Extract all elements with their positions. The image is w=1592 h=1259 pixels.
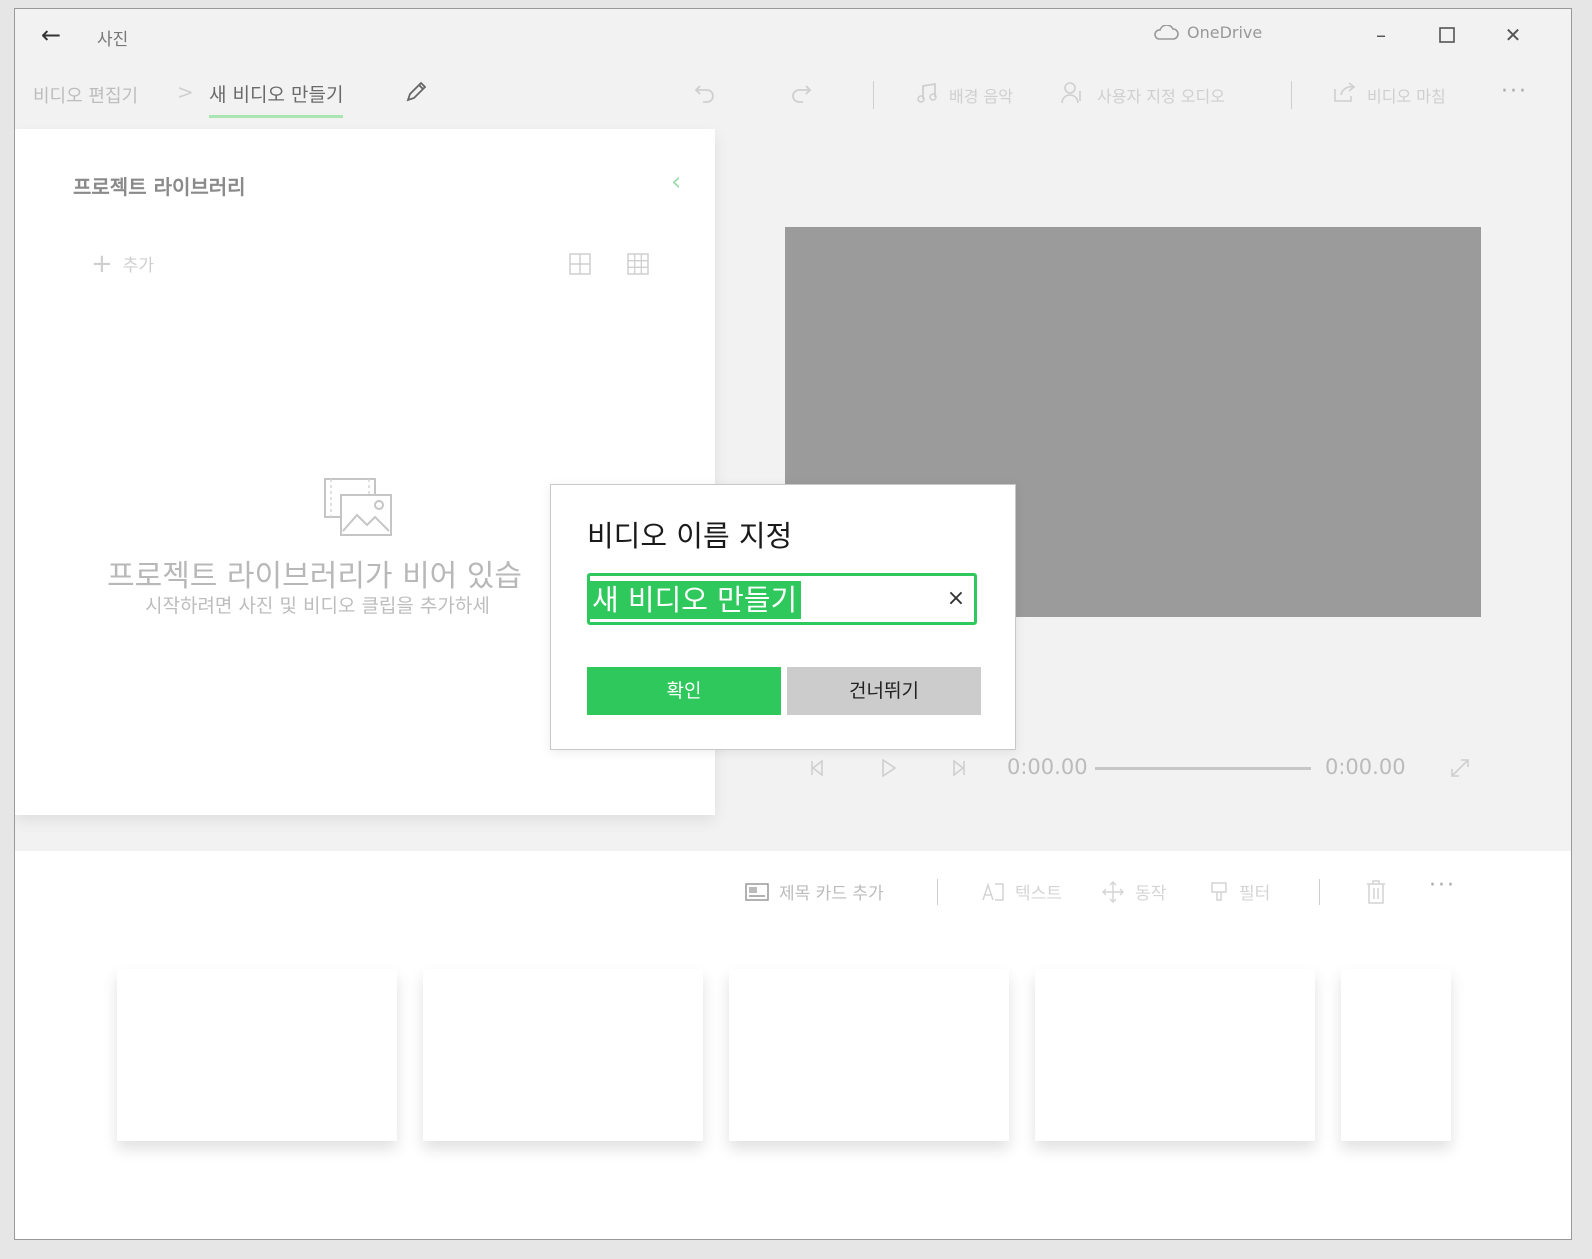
library-title: 프로젝트 라이브러리 (73, 175, 246, 199)
maximize-icon[interactable] (1429, 19, 1465, 51)
redo-icon[interactable] (787, 79, 815, 107)
add-title-card-label: 제목 카드 추가 (779, 884, 884, 904)
undo-icon[interactable] (691, 79, 719, 107)
breadcrumb-video-editor[interactable]: 비디오 편집기 (33, 82, 138, 108)
toolbar-divider (873, 81, 874, 109)
seek-bar[interactable] (1095, 767, 1311, 770)
add-label: 추가 (122, 256, 155, 276)
plus-icon: + (91, 248, 113, 279)
storyboard-slot (423, 969, 703, 1141)
skip-button[interactable]: 건너뛰기 (787, 667, 981, 715)
video-name-value[interactable]: 새 비디오 만들기 (590, 581, 802, 619)
close-icon[interactable]: ✕ (1495, 19, 1531, 51)
storyboard-toolbar: 제목 카드 추가 텍스트 동작 필터 ··· (15, 873, 1571, 913)
previous-frame-icon[interactable] (805, 755, 831, 781)
delete-trash-icon[interactable] (1365, 879, 1387, 905)
text-label: 텍스트 (1015, 884, 1062, 904)
storyboard-more-icon[interactable]: ··· (1429, 873, 1456, 898)
motion-label: 동작 (1135, 884, 1167, 904)
toolbar-divider (1291, 81, 1292, 109)
more-options-icon[interactable]: ··· (1501, 79, 1528, 104)
filters-button[interactable]: 필터 (1209, 879, 1270, 904)
share-icon[interactable] (1331, 79, 1359, 107)
breadcrumb-project-name[interactable]: 새 비디오 만들기 (209, 80, 344, 118)
empty-library-icon (324, 478, 392, 536)
pencil-icon[interactable] (401, 77, 431, 107)
storyboard-slot (729, 969, 1009, 1141)
filter-icon (1211, 881, 1227, 901)
add-media-button[interactable]: + 추가 (91, 248, 155, 279)
clear-input-icon[interactable]: × (942, 585, 970, 613)
storyboard-area: 제목 카드 추가 텍스트 동작 필터 ··· (15, 851, 1571, 1239)
top-toolbar: 비디오 편집기 > 새 비디오 만들기 배경 음악 사용자 지정 오디오 비디오… (15, 67, 1571, 123)
collapse-chevron-icon[interactable]: ‹ (671, 167, 681, 197)
custom-audio-icon[interactable] (1059, 79, 1087, 107)
motion-button[interactable]: 동작 (1101, 879, 1166, 904)
text-button[interactable]: 텍스트 (981, 879, 1062, 904)
small-grid-view-icon[interactable] (625, 251, 651, 277)
custom-audio-button[interactable]: 사용자 지정 오디오 (1097, 83, 1225, 107)
empty-library-subtitle: 시작하려면 사진 및 비디오 클립을 추가하세 (145, 595, 490, 617)
title-bar: ← 사진 OneDrive – ✕ (15, 9, 1571, 61)
current-time: 0:00.00 (1007, 755, 1088, 779)
empty-library-title: 프로젝트 라이브러리가 비어 있습 (107, 559, 523, 594)
play-icon[interactable] (875, 755, 901, 781)
storyboard-slot (117, 969, 397, 1141)
storyboard-divider (1319, 879, 1320, 905)
add-title-card-button[interactable]: 제목 카드 추가 (745, 879, 884, 904)
total-time: 0:00.00 (1325, 755, 1406, 779)
large-grid-view-icon[interactable] (567, 251, 593, 277)
minimize-icon[interactable]: – (1363, 19, 1399, 51)
name-video-dialog: 비디오 이름 지정 새 비디오 만들기 × 확인 건너뛰기 (550, 484, 1016, 750)
confirm-button[interactable]: 확인 (587, 667, 781, 715)
cloud-icon (1154, 24, 1179, 40)
filters-label: 필터 (1239, 884, 1271, 904)
next-frame-icon[interactable] (945, 755, 971, 781)
title-card-icon (745, 882, 769, 901)
back-arrow-icon[interactable]: ← (37, 21, 65, 49)
fullscreen-icon[interactable] (1447, 755, 1473, 781)
finish-video-button[interactable]: 비디오 마침 (1367, 83, 1446, 107)
onedrive-button[interactable]: OneDrive (1153, 23, 1262, 42)
storyboard-slot (1035, 969, 1315, 1141)
storyboard-slot (1341, 969, 1451, 1141)
music-note-icon[interactable] (913, 79, 941, 107)
app-title: 사진 (97, 30, 129, 50)
player-controls: 0:00.00 0:00.00 (805, 753, 1485, 783)
onedrive-label: OneDrive (1187, 23, 1263, 42)
breadcrumb-separator: > (177, 80, 194, 104)
dialog-title: 비디오 이름 지정 (587, 519, 793, 553)
text-icon (982, 882, 1004, 901)
storyboard-divider (937, 879, 938, 905)
photos-app-window: ← 사진 OneDrive – ✕ 비디오 편집기 > 새 비디오 만들기 배경… (14, 8, 1572, 1240)
video-name-input[interactable]: 새 비디오 만들기 × (587, 573, 977, 625)
motion-icon (1102, 880, 1124, 903)
background-music-button[interactable]: 배경 음악 (949, 83, 1013, 107)
